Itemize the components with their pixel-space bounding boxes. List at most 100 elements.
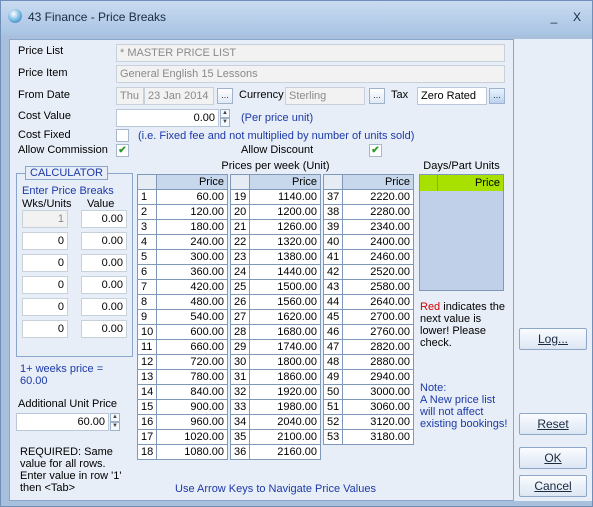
from-date-picker-button[interactable]: ...	[217, 88, 233, 104]
price-cell[interactable]: 2280.00	[342, 204, 414, 220]
price-row: 36 2160.00	[229, 444, 321, 460]
price-row: 28 1680.00	[229, 324, 321, 340]
price-row-number: 29	[229, 339, 251, 355]
price-cell[interactable]: 1920.00	[249, 384, 321, 400]
price-cell[interactable]: 1380.00	[249, 249, 321, 265]
price-cell[interactable]: 2160.00	[249, 444, 321, 460]
tax-picker-button[interactable]: ...	[489, 88, 505, 104]
price-cell[interactable]: 1020.00	[156, 429, 228, 445]
price-cell[interactable]: 2820.00	[342, 339, 414, 355]
calculator-value-input[interactable]: 0.00	[81, 254, 127, 272]
calculator-value-header: Value	[87, 198, 115, 210]
price-row: 39 2340.00	[322, 219, 414, 235]
reset-button[interactable]: Reset	[519, 413, 587, 435]
price-cell[interactable]: 1860.00	[249, 369, 321, 385]
additional-unit-price-spinner[interactable]: ▲ ▼	[110, 413, 120, 431]
log-button[interactable]: Log...	[519, 328, 587, 350]
price-cell[interactable]: 780.00	[156, 369, 228, 385]
minimize-button[interactable]: _	[546, 9, 562, 25]
price-cell[interactable]: 2880.00	[342, 354, 414, 370]
price-cell[interactable]: 660.00	[156, 339, 228, 355]
calculator-value-input[interactable]: 0.00	[81, 320, 127, 338]
price-cell[interactable]: 2640.00	[342, 294, 414, 310]
calculator-units-input[interactable]: 0	[22, 298, 68, 316]
tax-field[interactable]: Zero Rated	[417, 87, 487, 105]
additional-unit-price-input[interactable]: 60.00	[16, 413, 109, 431]
price-cell[interactable]: 900.00	[156, 399, 228, 415]
price-cell[interactable]: 1080.00	[156, 444, 228, 460]
calculator-value-input[interactable]: 0.00	[81, 210, 127, 228]
price-cell[interactable]: 180.00	[156, 219, 228, 235]
price-row-number: 46	[322, 324, 344, 340]
price-cell[interactable]: 1800.00	[249, 354, 321, 370]
price-cell[interactable]: 120.00	[156, 204, 228, 220]
price-cell[interactable]: 420.00	[156, 279, 228, 295]
price-cell[interactable]: 960.00	[156, 414, 228, 430]
price-cell[interactable]: 2580.00	[342, 279, 414, 295]
calculator-value-input[interactable]: 0.00	[81, 298, 127, 316]
calculator-units-input[interactable]: 0	[22, 276, 68, 294]
price-cell[interactable]: 480.00	[156, 294, 228, 310]
cost-value-input[interactable]: 0.00	[116, 109, 219, 127]
price-row-number: 12	[136, 354, 158, 370]
note-title: Note:	[420, 382, 447, 394]
price-cell[interactable]: 1140.00	[249, 189, 321, 205]
price-table-header: Price	[136, 174, 228, 190]
price-cell[interactable]: 2520.00	[342, 264, 414, 280]
price-row: 46 2760.00	[322, 324, 414, 340]
cost-value-spinner[interactable]: ▲ ▼	[220, 109, 230, 127]
price-row: 15 900.00	[136, 399, 228, 415]
price-cell[interactable]: 360.00	[156, 264, 228, 280]
allow-commission-checkbox[interactable]: ✔	[116, 144, 129, 157]
price-cell[interactable]: 3000.00	[342, 384, 414, 400]
price-cell[interactable]: 300.00	[156, 249, 228, 265]
price-cell[interactable]: 2340.00	[342, 219, 414, 235]
days-part-grid[interactable]: Price	[419, 174, 504, 291]
price-cell[interactable]: 3060.00	[342, 399, 414, 415]
price-cell[interactable]: 2760.00	[342, 324, 414, 340]
calculator-units-input[interactable]: 1	[22, 210, 68, 228]
price-cell[interactable]: 3180.00	[342, 429, 414, 445]
price-cell[interactable]: 240.00	[156, 234, 228, 250]
price-cell[interactable]: 1680.00	[249, 324, 321, 340]
price-cell[interactable]: 2100.00	[249, 429, 321, 445]
price-row-number: 40	[322, 234, 344, 250]
price-cell[interactable]: 1500.00	[249, 279, 321, 295]
calculator-units-input[interactable]: 0	[22, 254, 68, 272]
allow-discount-checkbox[interactable]: ✔	[369, 144, 382, 157]
price-cell[interactable]: 2040.00	[249, 414, 321, 430]
currency-picker-button[interactable]: ...	[369, 88, 385, 104]
price-cell[interactable]: 540.00	[156, 309, 228, 325]
price-cell[interactable]: 840.00	[156, 384, 228, 400]
price-row-number: 37	[322, 189, 344, 205]
calculator-units-input[interactable]: 0	[22, 320, 68, 338]
price-cell[interactable]: 1620.00	[249, 309, 321, 325]
price-cell[interactable]: 1740.00	[249, 339, 321, 355]
close-button[interactable]: X	[569, 9, 585, 25]
price-cell[interactable]: 2940.00	[342, 369, 414, 385]
price-cell[interactable]: 1200.00	[249, 204, 321, 220]
price-cell[interactable]: 1560.00	[249, 294, 321, 310]
red-warning-note: Red indicates the next value is lower! P…	[420, 301, 510, 349]
price-cell[interactable]: 600.00	[156, 324, 228, 340]
price-row-number: 10	[136, 324, 158, 340]
price-cell[interactable]: 2460.00	[342, 249, 414, 265]
price-cell[interactable]: 1440.00	[249, 264, 321, 280]
calculator-value-input[interactable]: 0.00	[81, 276, 127, 294]
price-cell[interactable]: 2400.00	[342, 234, 414, 250]
price-cell[interactable]: 1980.00	[249, 399, 321, 415]
price-cell[interactable]: 3120.00	[342, 414, 414, 430]
price-cell[interactable]: 2700.00	[342, 309, 414, 325]
ok-button[interactable]: OK	[519, 447, 587, 469]
price-row-number: 15	[136, 399, 158, 415]
price-cell[interactable]: 2220.00	[342, 189, 414, 205]
cancel-button[interactable]: Cancel	[519, 475, 587, 497]
price-cell[interactable]: 60.00	[156, 189, 228, 205]
price-cell[interactable]: 1320.00	[249, 234, 321, 250]
calculator-value-input[interactable]: 0.00	[81, 232, 127, 250]
price-cell[interactable]: 720.00	[156, 354, 228, 370]
cost-fixed-checkbox[interactable]	[116, 129, 129, 142]
calculator-units-input[interactable]: 0	[22, 232, 68, 250]
price-cell[interactable]: 1260.00	[249, 219, 321, 235]
price-list-field: * MASTER PRICE LIST	[116, 44, 505, 62]
